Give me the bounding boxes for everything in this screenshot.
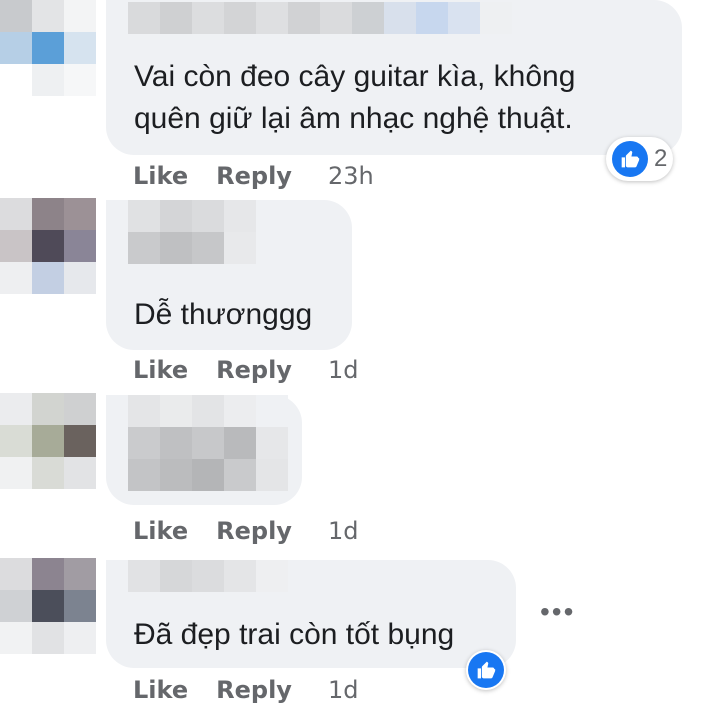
comment-actions: Like Reply 23h <box>133 162 374 190</box>
comment-text: Đã đẹp trai còn tốt bụng <box>134 618 455 651</box>
comment-timestamp[interactable]: 23h <box>328 162 374 190</box>
commenter-name[interactable] <box>128 395 288 491</box>
more-options-icon[interactable]: ••• <box>540 596 575 628</box>
like-link[interactable]: Like <box>133 162 188 190</box>
thumbs-up-icon <box>468 652 504 688</box>
reply-link[interactable]: Reply <box>216 356 292 384</box>
comment-bubble: Đã đẹp trai còn tốt bụng <box>106 560 516 668</box>
comment-timestamp[interactable]: 1d <box>328 517 359 545</box>
avatar[interactable] <box>0 198 96 294</box>
avatar[interactable] <box>0 558 96 654</box>
comment-bubble <box>106 395 302 505</box>
reaction-number: 2 <box>654 145 668 172</box>
reaction-count[interactable]: 2 <box>606 137 674 181</box>
comment-actions: Like Reply 1d <box>133 517 358 545</box>
commenter-name[interactable] <box>128 200 256 264</box>
reply-link[interactable]: Reply <box>216 676 292 704</box>
avatar[interactable] <box>0 0 96 96</box>
like-link[interactable]: Like <box>133 517 188 545</box>
avatar[interactable] <box>0 393 96 489</box>
commenter-name[interactable] <box>128 560 288 592</box>
comment-actions: Like Reply 1d <box>133 356 358 384</box>
comment-text: Dễ thươnggg <box>134 298 313 331</box>
comment-text: Vai còn đeo cây guitar kìa, không quên g… <box>134 60 576 135</box>
comment-actions: Like Reply 1d <box>133 676 358 704</box>
like-link[interactable]: Like <box>133 676 188 704</box>
comment-bubble: Dễ thươnggg <box>106 200 352 350</box>
thumbs-up-icon <box>612 141 648 177</box>
reply-link[interactable]: Reply <box>216 162 292 190</box>
reaction-icon[interactable] <box>466 650 506 690</box>
comment-timestamp[interactable]: 1d <box>328 356 359 384</box>
commenter-name[interactable] <box>128 2 512 34</box>
reply-link[interactable]: Reply <box>216 517 292 545</box>
comment-bubble: Vai còn đeo cây guitar kìa, không quên g… <box>106 0 682 155</box>
like-link[interactable]: Like <box>133 356 188 384</box>
comment-timestamp[interactable]: 1d <box>328 676 359 704</box>
